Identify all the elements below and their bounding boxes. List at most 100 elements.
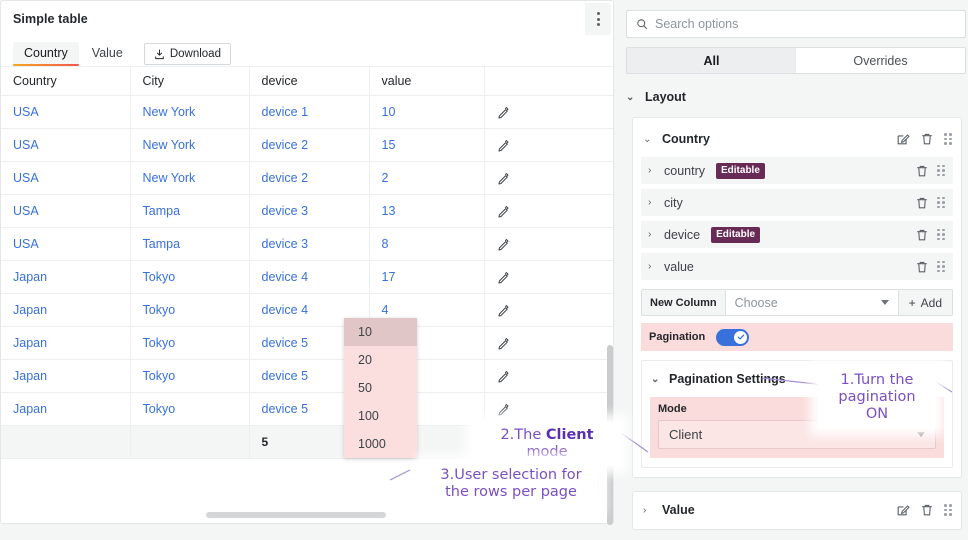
rows-per-page-option-20[interactable]: 20 (344, 346, 417, 374)
cell-country[interactable]: Japan (1, 261, 130, 294)
col-header-device[interactable]: device (249, 67, 369, 96)
cell-value[interactable]: 17 (369, 261, 484, 294)
cell-device[interactable]: device 2 (249, 129, 369, 162)
rows-per-page-option-100[interactable]: 100 (344, 402, 417, 430)
trash-icon[interactable] (920, 503, 934, 517)
cell-country[interactable]: USA (1, 228, 130, 261)
tab-overrides[interactable]: Overrides (796, 48, 965, 73)
rows-per-page-option-10[interactable]: 10 (344, 318, 417, 346)
trash-icon[interactable] (915, 228, 929, 242)
field-row-device[interactable]: ›deviceEditable (641, 221, 953, 248)
cell-value[interactable]: 10 (369, 96, 484, 129)
pagination-toggle[interactable] (716, 329, 749, 346)
cell-city[interactable]: Tokyo (130, 393, 249, 426)
edit-icon[interactable] (497, 238, 510, 251)
field-row-country[interactable]: ›countryEditable (641, 157, 953, 184)
cell-device[interactable]: device 1 (249, 96, 369, 129)
horizontal-scrollbar[interactable] (206, 512, 386, 518)
cell-actions[interactable] (484, 129, 613, 162)
drag-handle-icon[interactable] (937, 261, 945, 273)
edit-icon[interactable] (497, 304, 510, 317)
chevron-right-icon[interactable]: › (648, 229, 656, 240)
search-options-box[interactable] (626, 10, 966, 38)
trash-icon[interactable] (915, 196, 929, 210)
trash-icon[interactable] (915, 260, 929, 274)
cell-device[interactable]: device 2 (249, 162, 369, 195)
cell-actions[interactable] (484, 393, 613, 426)
edit-square-icon[interactable] (896, 503, 910, 517)
edit-icon[interactable] (497, 337, 510, 350)
cell-country[interactable]: USA (1, 96, 130, 129)
tab-country[interactable]: Country (13, 42, 79, 67)
cell-value[interactable]: 2 (369, 162, 484, 195)
cell-city[interactable]: Tokyo (130, 294, 249, 327)
edit-icon[interactable] (497, 370, 510, 383)
drag-handle-icon[interactable] (944, 133, 952, 145)
field-row-city[interactable]: ›city (641, 189, 953, 216)
cell-city[interactable]: Tokyo (130, 360, 249, 393)
tab-value[interactable]: Value (81, 42, 134, 67)
edit-icon[interactable] (497, 106, 510, 119)
cell-city[interactable]: New York (130, 96, 249, 129)
rows-per-page-option-1000[interactable]: 1000 (344, 430, 417, 458)
cell-city[interactable]: New York (130, 162, 249, 195)
cell-actions[interactable] (484, 261, 613, 294)
cell-actions[interactable] (484, 360, 613, 393)
chevron-right-icon[interactable]: › (648, 197, 656, 208)
add-column-button[interactable]: + Add (899, 289, 953, 316)
cell-device[interactable]: device 4 (249, 261, 369, 294)
cell-country[interactable]: USA (1, 195, 130, 228)
cell-value[interactable]: 8 (369, 228, 484, 261)
cell-country[interactable]: Japan (1, 360, 130, 393)
cell-value[interactable]: 15 (369, 129, 484, 162)
value-card-header[interactable]: › Value (633, 497, 961, 523)
edit-icon[interactable] (497, 205, 510, 218)
edit-icon[interactable] (497, 172, 510, 185)
cell-actions[interactable] (484, 327, 613, 360)
kebab-menu-icon[interactable] (585, 3, 611, 35)
cell-actions[interactable] (484, 162, 613, 195)
field-row-value[interactable]: ›value (641, 253, 953, 280)
drag-handle-icon[interactable] (937, 165, 945, 177)
section-layout[interactable]: ⌄ Layout (626, 90, 968, 104)
col-header-country[interactable]: Country (1, 67, 130, 96)
drag-handle-icon[interactable] (937, 197, 945, 209)
cell-country[interactable]: USA (1, 162, 130, 195)
cell-actions[interactable] (484, 228, 613, 261)
cell-country[interactable]: Japan (1, 327, 130, 360)
rows-per-page-dropdown[interactable]: 10 20 50 100 1000 (344, 318, 417, 458)
chevron-right-icon[interactable]: › (648, 165, 656, 176)
search-input[interactable] (655, 17, 956, 31)
chevron-down-icon[interactable]: ⌄ (643, 134, 652, 145)
cell-country[interactable]: Japan (1, 393, 130, 426)
rows-per-page-option-50[interactable]: 50 (344, 374, 417, 402)
cell-value[interactable]: 13 (369, 195, 484, 228)
country-card-header[interactable]: ⌄ Country (633, 126, 961, 152)
cell-device[interactable]: device 3 (249, 195, 369, 228)
cell-country[interactable]: USA (1, 129, 130, 162)
cell-actions[interactable] (484, 294, 613, 327)
col-header-city[interactable]: City (130, 67, 249, 96)
edit-icon[interactable] (497, 139, 510, 152)
cell-city[interactable]: New York (130, 129, 249, 162)
cell-city[interactable]: Tampa (130, 195, 249, 228)
drag-handle-icon[interactable] (944, 504, 952, 516)
cell-country[interactable]: Japan (1, 294, 130, 327)
new-column-select[interactable]: Choose (725, 289, 899, 316)
edit-icon[interactable] (497, 403, 510, 416)
cell-city[interactable]: Tokyo (130, 327, 249, 360)
drag-handle-icon[interactable] (937, 229, 945, 241)
chevron-right-icon[interactable]: › (643, 505, 652, 516)
edit-square-icon[interactable] (896, 132, 910, 146)
cell-actions[interactable] (484, 195, 613, 228)
download-button[interactable]: Download (144, 43, 231, 65)
chevron-right-icon[interactable]: › (648, 261, 656, 272)
cell-city[interactable]: Tokyo (130, 261, 249, 294)
trash-icon[interactable] (920, 132, 934, 146)
cell-city[interactable]: Tampa (130, 228, 249, 261)
cell-actions[interactable] (484, 96, 613, 129)
cell-device[interactable]: device 3 (249, 228, 369, 261)
trash-icon[interactable] (915, 164, 929, 178)
edit-icon[interactable] (497, 271, 510, 284)
tab-all[interactable]: All (627, 48, 796, 73)
